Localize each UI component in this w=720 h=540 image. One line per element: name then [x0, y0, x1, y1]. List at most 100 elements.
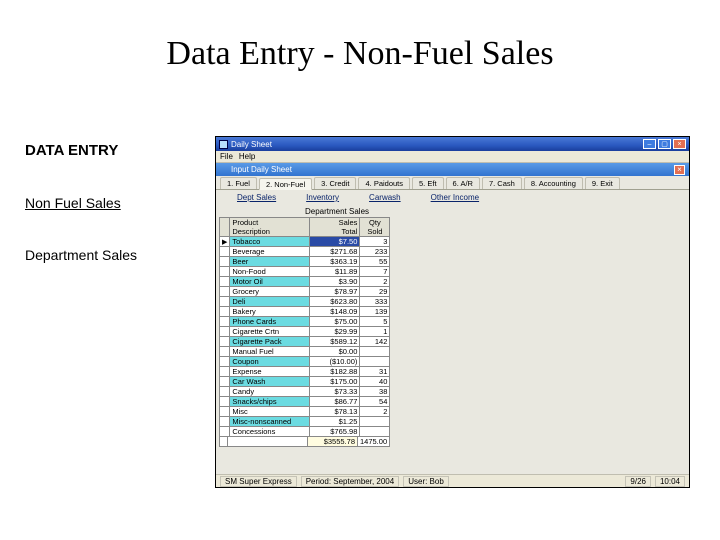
cell-sales[interactable]: $175.00 [310, 377, 360, 387]
table-row[interactable]: Non-Food$11.897 [220, 267, 390, 277]
tab-fuel[interactable]: 1. Fuel [220, 177, 257, 189]
tab-eft[interactable]: 5. Eft [412, 177, 444, 189]
table-row[interactable]: Motor Oil$3.902 [220, 277, 390, 287]
tab-non-fuel[interactable]: 2. Non-Fuel [259, 178, 312, 190]
cell-qty[interactable]: 5 [360, 317, 390, 327]
cell-qty[interactable]: 3 [360, 237, 390, 247]
cell-sales[interactable]: $78.13 [310, 407, 360, 417]
table-row[interactable]: Snacks/chips$86.7754 [220, 397, 390, 407]
cell-desc[interactable]: Snacks/chips [230, 397, 310, 407]
table-row[interactable]: Cigarette Crtn$29.991 [220, 327, 390, 337]
cell-sales[interactable]: $148.09 [310, 307, 360, 317]
sidebar-link-non-fuel[interactable]: Non Fuel Sales [25, 195, 195, 211]
cell-sales[interactable]: $73.33 [310, 387, 360, 397]
cell-sales[interactable]: ($10.00) [310, 357, 360, 367]
cell-sales[interactable]: $11.89 [310, 267, 360, 277]
tab-exit[interactable]: 9. Exit [585, 177, 620, 189]
cell-qty[interactable] [360, 347, 390, 357]
cell-qty[interactable]: 139 [360, 307, 390, 317]
cell-qty[interactable]: 40 [360, 377, 390, 387]
menu-file[interactable]: File [220, 152, 233, 161]
table-row[interactable]: Grocery$78.9729 [220, 287, 390, 297]
table-row[interactable]: Candy$73.3338 [220, 387, 390, 397]
table-row[interactable]: ▶Tobacco$7.503 [220, 237, 390, 247]
cell-desc[interactable]: Cigarette Pack [230, 337, 310, 347]
minimize-button[interactable]: – [643, 139, 656, 149]
table-row[interactable]: Misc$78.132 [220, 407, 390, 417]
table-row[interactable]: Car Wash$175.0040 [220, 377, 390, 387]
cell-sales[interactable]: $29.99 [310, 327, 360, 337]
cell-desc[interactable]: Non-Food [230, 267, 310, 277]
table-row[interactable]: Deli$623.80333 [220, 297, 390, 307]
cell-desc[interactable]: Tobacco [230, 237, 310, 247]
table-row[interactable]: Beverage$271.68233 [220, 247, 390, 257]
cell-sales[interactable]: $1.25 [310, 417, 360, 427]
cell-sales[interactable]: $86.77 [310, 397, 360, 407]
tab-cash[interactable]: 7. Cash [482, 177, 522, 189]
table-row[interactable]: Concessions$765.98 [220, 427, 390, 437]
cell-qty[interactable]: 2 [360, 277, 390, 287]
cell-sales[interactable]: $623.80 [310, 297, 360, 307]
table-row[interactable]: Bakery$148.09139 [220, 307, 390, 317]
cell-desc[interactable]: Concessions [230, 427, 310, 437]
cell-desc[interactable]: Motor Oil [230, 277, 310, 287]
cell-desc[interactable]: Misc [230, 407, 310, 417]
cell-qty[interactable]: 142 [360, 337, 390, 347]
maximize-button[interactable]: ▢ [658, 139, 671, 149]
cell-desc[interactable]: Bakery [230, 307, 310, 317]
table-row[interactable]: Manual Fuel$0.00 [220, 347, 390, 357]
table-row[interactable]: Expense$182.8831 [220, 367, 390, 377]
cell-sales[interactable]: $0.00 [310, 347, 360, 357]
cell-qty[interactable]: 54 [360, 397, 390, 407]
cell-sales[interactable]: $765.98 [310, 427, 360, 437]
cell-qty[interactable]: 55 [360, 257, 390, 267]
table-row[interactable]: Phone Cards$75.005 [220, 317, 390, 327]
cell-sales[interactable]: $363.19 [310, 257, 360, 267]
cell-desc[interactable]: Misc-nonscanned [230, 417, 310, 427]
cell-desc[interactable]: Expense [230, 367, 310, 377]
cell-desc[interactable]: Manual Fuel [230, 347, 310, 357]
cell-qty[interactable]: 2 [360, 407, 390, 417]
link-inventory[interactable]: Inventory [306, 193, 339, 203]
table-row[interactable]: Beer$363.1955 [220, 257, 390, 267]
cell-desc[interactable]: Beverage [230, 247, 310, 257]
link-other-income[interactable]: Other Income [431, 193, 479, 203]
menu-help[interactable]: Help [239, 152, 255, 161]
cell-qty[interactable]: 333 [360, 297, 390, 307]
cell-qty[interactable]: 38 [360, 387, 390, 397]
tab-paidouts[interactable]: 4. Paidouts [358, 177, 410, 189]
cell-sales[interactable]: $3.90 [310, 277, 360, 287]
cell-sales[interactable]: $589.12 [310, 337, 360, 347]
table-row[interactable]: Coupon($10.00) [220, 357, 390, 367]
cell-desc[interactable]: Car Wash [230, 377, 310, 387]
cell-qty[interactable] [360, 357, 390, 367]
panel-close-button[interactable]: × [674, 165, 685, 175]
tab-accounting[interactable]: 8. Accounting [524, 177, 583, 189]
cell-qty[interactable] [360, 417, 390, 427]
table-row[interactable]: Misc-nonscanned$1.25 [220, 417, 390, 427]
cell-desc[interactable]: Deli [230, 297, 310, 307]
cell-desc[interactable]: Cigarette Crtn [230, 327, 310, 337]
cell-qty[interactable]: 29 [360, 287, 390, 297]
cell-desc[interactable]: Candy [230, 387, 310, 397]
cell-sales[interactable]: $182.88 [310, 367, 360, 377]
cell-qty[interactable]: 1 [360, 327, 390, 337]
cell-qty[interactable]: 233 [360, 247, 390, 257]
cell-qty[interactable] [360, 427, 390, 437]
cell-sales[interactable]: $78.97 [310, 287, 360, 297]
cell-sales[interactable]: $75.00 [310, 317, 360, 327]
cell-desc[interactable]: Grocery [230, 287, 310, 297]
cell-desc[interactable]: Beer [230, 257, 310, 267]
close-button[interactable]: × [673, 139, 686, 149]
link-carwash[interactable]: Carwash [369, 193, 401, 203]
cell-desc[interactable]: Phone Cards [230, 317, 310, 327]
sales-table[interactable]: ProductDescription SalesTotal QtySold ▶T… [219, 217, 390, 437]
cell-sales[interactable]: $271.68 [310, 247, 360, 257]
cell-sales[interactable]: $7.50 [310, 237, 360, 247]
tab-credit[interactable]: 3. Credit [314, 177, 356, 189]
table-row[interactable]: Cigarette Pack$589.12142 [220, 337, 390, 347]
cell-desc[interactable]: Coupon [230, 357, 310, 367]
cell-qty[interactable]: 31 [360, 367, 390, 377]
link-dept-sales[interactable]: Dept Sales [237, 193, 276, 203]
cell-qty[interactable]: 7 [360, 267, 390, 277]
